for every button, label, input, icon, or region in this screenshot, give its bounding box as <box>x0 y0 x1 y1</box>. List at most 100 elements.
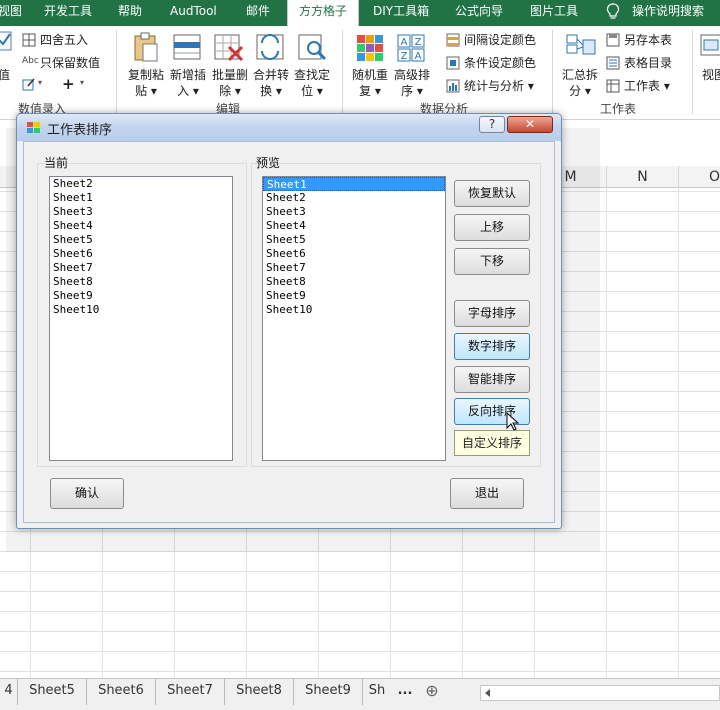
save-sheet-icon[interactable] <box>606 33 620 47</box>
find-locate-label-2[interactable]: 位 ▾ <box>290 82 334 99</box>
tab-audtool[interactable]: AudTool <box>170 0 217 26</box>
scroll-left-arrow-icon[interactable] <box>483 688 493 698</box>
alpha-sort-button[interactable]: 字母排序 <box>454 300 530 327</box>
list-item[interactable]: Sheet6 <box>263 247 445 261</box>
random-repeat-label[interactable]: 随机重 <box>348 66 392 83</box>
worksheet-icon[interactable] <box>606 79 620 93</box>
interval-color-button[interactable]: 间隔设定颜色 <box>464 31 536 48</box>
tab-developer[interactable]: 开发工具 <box>44 0 92 26</box>
tab-formula-wizard[interactable]: 公式向导 <box>455 0 503 26</box>
list-item[interactable]: Sheet3 <box>263 205 445 219</box>
value-label[interactable]: 值 <box>0 66 10 83</box>
condition-color-button[interactable]: 条件设定颜色 <box>464 54 536 71</box>
view-label[interactable]: 视图 <box>702 66 720 83</box>
list-item[interactable]: Sheet6 <box>50 247 232 261</box>
numeric-sort-button[interactable]: 数字排序 <box>454 333 530 360</box>
exit-button[interactable]: 退出 <box>450 478 524 509</box>
insert-rows-icon[interactable] <box>173 34 203 62</box>
list-item[interactable]: Sheet2 <box>263 191 445 205</box>
summary-split-icon[interactable] <box>566 34 596 62</box>
horizontal-scrollbar[interactable] <box>480 685 720 701</box>
find-locate-label[interactable]: 查找定 <box>290 66 334 83</box>
sheet-tab[interactable]: Sheet7 <box>156 679 225 705</box>
pen-icon[interactable] <box>22 77 36 91</box>
merge-convert-label-2[interactable]: 换 ▾ <box>249 82 293 99</box>
summary-split-label[interactable]: 汇总拆 <box>558 66 602 83</box>
tell-me-search[interactable]: 操作说明搜索 <box>632 0 704 26</box>
sheet-toc-icon[interactable] <box>606 56 620 70</box>
list-item[interactable]: Sheet4 <box>263 219 445 233</box>
view-icon[interactable] <box>700 34 720 58</box>
column-header-o[interactable]: O <box>679 166 720 188</box>
list-item[interactable]: Sheet9 <box>263 289 445 303</box>
az-sort-icon[interactable]: A Z Z A <box>397 34 427 62</box>
random-repeat-label-2[interactable]: 复 ▾ <box>348 82 392 99</box>
list-item[interactable]: Sheet1 <box>50 191 232 205</box>
interval-color-icon[interactable] <box>446 33 460 47</box>
list-item[interactable]: Sheet3 <box>50 205 232 219</box>
clipboard-icon[interactable] <box>132 32 160 64</box>
list-item[interactable]: Sheet8 <box>50 275 232 289</box>
summary-split-label-2[interactable]: 分 ▾ <box>558 82 602 99</box>
move-up-button[interactable]: 上移 <box>454 214 530 241</box>
dropdown-arrow-icon[interactable]: ▾ <box>80 78 84 87</box>
more-tabs-button[interactable]: ... <box>393 679 417 705</box>
random-repeat-icon[interactable] <box>356 34 384 62</box>
advanced-sort-label[interactable]: 高级排 <box>390 66 434 83</box>
stats-analysis-icon[interactable] <box>446 79 460 93</box>
smart-sort-button[interactable]: 智能排序 <box>454 366 530 393</box>
stats-analysis-button[interactable]: 统计与分析 ▾ <box>464 77 534 94</box>
move-down-button[interactable]: 下移 <box>454 248 530 275</box>
current-sheet-list[interactable]: Sheet2 Sheet1 Sheet3 Sheet4 Sheet5 Sheet6 Shee… <box>49 176 233 461</box>
sheet-tab[interactable]: Sheet6 <box>87 679 156 705</box>
plus-icon[interactable]: + <box>62 75 75 93</box>
tab-fangfang[interactable]: 方方格子 <box>287 0 359 26</box>
list-item[interactable]: Sheet2 <box>50 177 232 191</box>
list-item[interactable]: Sheet7 <box>263 261 445 275</box>
round-icon[interactable] <box>22 33 36 47</box>
add-sheet-icon[interactable]: ⊕ <box>420 679 444 705</box>
column-header-n[interactable]: N <box>607 166 679 188</box>
close-button[interactable]: ✕ <box>507 116 553 133</box>
tab-mail[interactable]: 邮件 <box>246 0 270 26</box>
batch-delete-label-2[interactable]: 除 ▾ <box>208 82 252 99</box>
sheet-toc-button[interactable]: 表格目录 <box>624 54 672 71</box>
batch-delete-icon[interactable] <box>214 34 244 62</box>
value-icon[interactable] <box>0 30 14 52</box>
add-insert-label-2[interactable]: 入 ▾ <box>166 82 210 99</box>
list-item[interactable]: Sheet1 <box>263 177 445 191</box>
help-button[interactable]: ? <box>479 116 505 133</box>
list-item[interactable]: Sheet8 <box>263 275 445 289</box>
list-item[interactable]: Sheet10 <box>263 303 445 317</box>
list-item[interactable]: Sheet5 <box>50 233 232 247</box>
copy-paste-label[interactable]: 复制粘 <box>124 66 168 83</box>
round-button[interactable]: 四舍五入 <box>40 31 88 48</box>
sheet-tab-partial[interactable]: 4 <box>0 679 18 705</box>
find-locate-icon[interactable] <box>298 34 328 62</box>
tab-view[interactable]: 视图 <box>0 0 22 26</box>
merge-convert-label[interactable]: 合并转 <box>249 66 293 83</box>
list-item[interactable]: Sheet10 <box>50 303 232 317</box>
preview-sheet-list[interactable]: Sheet1 Sheet2 Sheet3 Sheet4 Sheet5 Sheet6 Shee… <box>262 176 446 461</box>
keep-values-button[interactable]: 只保留数值 <box>40 54 100 71</box>
restore-default-button[interactable]: 恢复默认 <box>454 180 530 207</box>
merge-convert-icon[interactable] <box>256 34 286 62</box>
list-item[interactable]: Sheet7 <box>50 261 232 275</box>
list-item[interactable]: Sheet4 <box>50 219 232 233</box>
copy-paste-label-2[interactable]: 贴 ▾ <box>124 82 168 99</box>
condition-color-icon[interactable] <box>446 56 460 70</box>
save-sheet-button[interactable]: 另存本表 <box>624 31 672 48</box>
batch-delete-label[interactable]: 批量删 <box>208 66 252 83</box>
dropdown-arrow-icon[interactable]: ▾ <box>38 78 42 87</box>
dialog-title-bar[interactable]: 工作表排序 ? ✕ <box>17 114 561 141</box>
sheet-tab-partial[interactable]: Sh <box>363 679 391 705</box>
add-insert-label[interactable]: 新增插 <box>166 66 210 83</box>
list-item[interactable]: Sheet5 <box>263 233 445 247</box>
tab-diy-toolbox[interactable]: DIY工具箱 <box>373 0 429 26</box>
list-item[interactable]: Sheet9 <box>50 289 232 303</box>
confirm-button[interactable]: 确认 <box>50 478 124 509</box>
sheet-tab[interactable]: Sheet5 <box>18 679 87 705</box>
advanced-sort-label-2[interactable]: 序 ▾ <box>390 82 434 99</box>
sheet-tab[interactable]: Sheet9 <box>294 679 363 705</box>
sheet-tab[interactable]: Sheet8 <box>225 679 294 705</box>
